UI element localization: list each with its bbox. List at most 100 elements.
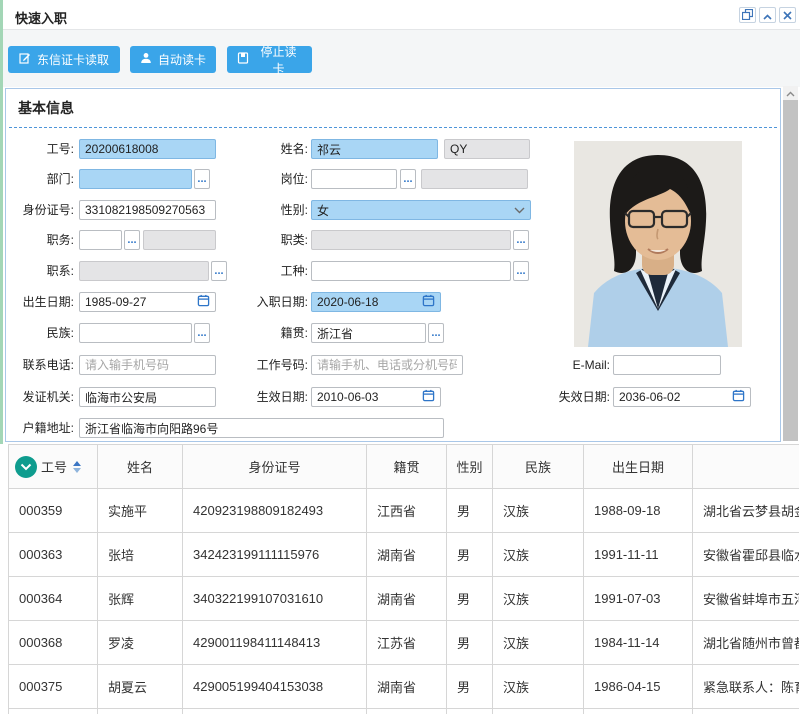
header-native-place[interactable]: 籍贯 <box>367 445 447 489</box>
person-icon <box>140 52 152 67</box>
header-ethnicity[interactable]: 民族 <box>493 445 584 489</box>
header-address[interactable] <box>693 445 800 489</box>
table-cell: 429001198411148413 <box>183 621 367 665</box>
table-cell: 江西省 <box>367 489 447 533</box>
label-native-place: 籍贯: <box>224 323 308 343</box>
contact-phone-input[interactable] <box>79 355 216 375</box>
scrollbar-up-button[interactable] <box>783 86 798 100</box>
stop-card-icon <box>237 52 249 67</box>
read-id-card-label: 东信证卡读取 <box>37 51 109 68</box>
table-cell: 湖北省随州市曾都 <box>693 621 800 665</box>
table-cell <box>493 709 584 714</box>
calendar-icon[interactable] <box>422 389 435 405</box>
work-type-input[interactable] <box>311 261 511 281</box>
header-employee-id[interactable]: 工号 <box>9 445 98 489</box>
label-employee-id: 工号: <box>6 139 74 159</box>
position-input[interactable] <box>311 169 397 189</box>
table-cell: 男 <box>447 621 493 665</box>
table-row[interactable]: 000368罗凌429001198411148413江苏省男汉族1984-11-… <box>9 621 800 665</box>
table-row[interactable]: 000363张培342423199111115976湖南省男汉族1991-11-… <box>9 533 800 577</box>
table-cell: 1991-07-03 <box>584 577 693 621</box>
calendar-icon[interactable] <box>197 294 210 310</box>
native-place-input[interactable] <box>311 323 426 343</box>
table-cell <box>584 709 693 714</box>
stop-read-button[interactable]: 停止读卡 <box>227 46 312 73</box>
table-cell: 男 <box>447 489 493 533</box>
close-button[interactable] <box>779 7 796 23</box>
birth-date-picker[interactable]: 1985-09-27 <box>79 292 216 312</box>
table-cell <box>367 709 447 714</box>
sort-icon[interactable] <box>73 461 81 473</box>
label-household-address: 户籍地址: <box>6 418 74 438</box>
read-id-card-button[interactable]: 东信证卡读取 <box>8 46 120 73</box>
table-cell: 罗凌 <box>98 621 183 665</box>
department-lookup-button[interactable]: ... <box>194 169 210 189</box>
email-input[interactable] <box>613 355 721 375</box>
stop-read-label: 停止读卡 <box>255 43 302 77</box>
table-cell: 湖南省 <box>367 665 447 709</box>
ethnicity-input[interactable] <box>79 323 192 343</box>
calendar-icon[interactable] <box>422 294 435 310</box>
table-cell: 紧急联系人：陈育 <box>693 665 800 709</box>
table-cell: 340322199107031610 <box>183 577 367 621</box>
duty-lookup-button[interactable]: ... <box>124 230 140 250</box>
table-cell: 湖南省 <box>367 577 447 621</box>
employee-table: 工号 姓名 身份证号 籍贯 性别 民族 出生日期 000359实施平420923… <box>8 444 799 714</box>
table-cell: 汉族 <box>493 489 584 533</box>
department-input[interactable] <box>79 169 192 189</box>
table-row[interactable] <box>9 709 800 714</box>
label-birth-date: 出生日期: <box>6 292 74 312</box>
table-cell: 汉族 <box>493 665 584 709</box>
collapse-button[interactable] <box>759 7 776 23</box>
work-phone-input[interactable] <box>311 355 463 375</box>
header-birth-date[interactable]: 出生日期 <box>584 445 693 489</box>
issuing-authority-input[interactable] <box>79 387 216 407</box>
id-number-input[interactable] <box>79 200 216 220</box>
name-input[interactable] <box>311 139 438 159</box>
label-name: 姓名: <box>224 139 308 159</box>
effective-date-picker[interactable]: 2010-06-03 <box>311 387 441 407</box>
header-gender[interactable]: 性别 <box>447 445 493 489</box>
table-row[interactable]: 000359实施平420923198809182493江西省男汉族1988-09… <box>9 489 800 533</box>
expiry-date-picker[interactable]: 2036-06-02 <box>613 387 751 407</box>
employee-id-input[interactable] <box>79 139 216 159</box>
table-cell <box>183 709 367 714</box>
native-place-lookup-button[interactable]: ... <box>428 323 444 343</box>
dialog-titlebar: 快速入职 <box>3 0 800 30</box>
table-cell: 湖南省 <box>367 533 447 577</box>
table-row[interactable]: 000375胡夏云429005199404153038湖南省男汉族1986-04… <box>9 665 800 709</box>
edit-card-icon <box>19 52 31 67</box>
position-display-field <box>421 169 528 189</box>
label-work-type: 工种: <box>224 261 308 281</box>
table-cell: 429005199404153038 <box>183 665 367 709</box>
window-controls <box>739 7 796 23</box>
restore-button[interactable] <box>739 7 756 23</box>
dashed-separator <box>9 127 777 128</box>
label-issuing-authority: 发证机关: <box>6 387 74 407</box>
table-cell: 男 <box>447 665 493 709</box>
hire-date-picker[interactable]: 2020-06-18 <box>311 292 441 312</box>
scrollbar-thumb[interactable] <box>783 100 798 441</box>
auto-read-button[interactable]: 自动读卡 <box>130 46 216 73</box>
job-class-lookup-button[interactable]: ... <box>513 230 529 250</box>
duty-input[interactable] <box>79 230 122 250</box>
ethnicity-lookup-button[interactable]: ... <box>194 323 210 343</box>
name-pinyin-field: QY <box>444 139 530 159</box>
table-cell: 汉族 <box>493 577 584 621</box>
gender-select[interactable]: 女 <box>311 200 531 220</box>
calendar-icon[interactable] <box>732 389 745 405</box>
chevron-down-icon <box>514 203 525 217</box>
household-address-input[interactable] <box>79 418 444 438</box>
label-position: 岗位: <box>224 169 308 189</box>
table-row[interactable]: 000364张辉340322199107031610湖南省男汉族1991-07-… <box>9 577 800 621</box>
label-gender: 性别: <box>224 200 308 220</box>
table-cell: 000364 <box>9 577 98 621</box>
header-name[interactable]: 姓名 <box>98 445 183 489</box>
table-cell: 江苏省 <box>367 621 447 665</box>
table-cell: 1986-04-15 <box>584 665 693 709</box>
select-dropdown-icon[interactable] <box>15 456 37 478</box>
work-type-lookup-button[interactable]: ... <box>513 261 529 281</box>
header-id-number[interactable]: 身份证号 <box>183 445 367 489</box>
table-cell: 张培 <box>98 533 183 577</box>
position-lookup-button[interactable]: ... <box>400 169 416 189</box>
